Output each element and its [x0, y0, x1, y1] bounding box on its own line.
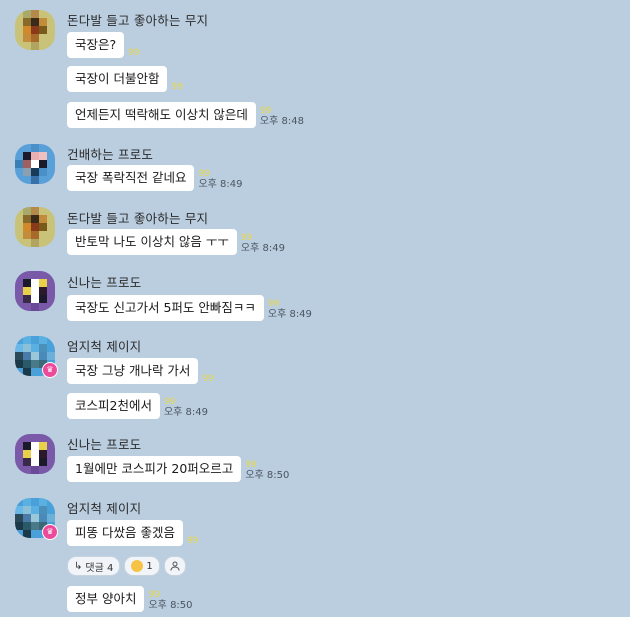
- laughing-emoji-icon: [131, 560, 144, 572]
- message-row: 피똥 다쌌음 좋겠음 99: [67, 520, 198, 546]
- timestamp: 오후 8:49: [240, 243, 285, 254]
- message-bubble[interactable]: 국장은?: [67, 32, 125, 58]
- message-row: 국장도 신고가서 5퍼도 안빠짐ㅋㅋ 99 오후 8:49: [67, 295, 312, 321]
- muzi-avatar[interactable]: [15, 10, 55, 50]
- unread-count: 99: [240, 233, 253, 243]
- sender-name: 돈다발 들고 좋아하는 무지: [67, 211, 209, 226]
- reply-arrow-icon: ↳: [74, 560, 83, 572]
- emoji-reaction-button[interactable]: 1: [124, 556, 160, 576]
- frodo-cheers-avatar[interactable]: [15, 144, 55, 184]
- message-bubble[interactable]: 1월에만 코스피가 20퍼오르고: [67, 456, 242, 482]
- message-row: 언제든지 떡락해도 이상치 않은데 99 오후 8:48: [67, 102, 304, 128]
- crown-badge-icon: ♛: [42, 524, 58, 540]
- unread-count: 99: [171, 82, 183, 92]
- reply-count-label: 댓글 4: [85, 562, 114, 574]
- message-bubble[interactable]: 국장 폭락직전 같네요: [67, 165, 195, 191]
- message-row: 코스피2천에서 99 오후 8:49: [67, 393, 208, 419]
- message-bubble[interactable]: 국장도 신고가서 5퍼도 안빠짐ㅋㅋ: [67, 295, 264, 321]
- timestamp: 오후 8:49: [267, 309, 312, 320]
- sender-name: 엄지척 제이지: [67, 501, 142, 516]
- unread-count: 99: [245, 460, 257, 470]
- reaction-bar: ↳ 댓글 4 1: [67, 556, 186, 576]
- message-row: 반토막 나도 이상치 않음 ㅜㅜ 99 오후 8:49: [67, 229, 285, 255]
- unread-count: 99: [163, 397, 176, 407]
- add-reaction-button[interactable]: [163, 556, 186, 576]
- unread-count: 99: [267, 299, 280, 309]
- message-bubble[interactable]: 국장 그냥 개나락 가서: [67, 358, 199, 384]
- timestamp: 오후 8:49: [163, 407, 209, 418]
- sender-name: 신나는 프로도: [67, 275, 142, 290]
- message-bubble[interactable]: 코스피2천에서: [67, 393, 160, 419]
- message-row: 1월에만 코스피가 20퍼오르고 99 오후 8:50: [67, 456, 289, 482]
- message-row: 국장이 더불안함 99: [67, 66, 183, 92]
- crown-badge-icon: ♛: [42, 362, 58, 378]
- message-row: 국장 그냥 개나락 가서 99: [67, 358, 214, 384]
- sender-name: 신나는 프로도: [67, 437, 142, 452]
- timestamp: 오후 8:49: [198, 179, 243, 190]
- timestamp: 오후 8:48: [259, 116, 304, 127]
- reply-thread-button[interactable]: ↳ 댓글 4: [67, 556, 121, 576]
- unread-count: 99: [259, 106, 272, 116]
- message-bubble[interactable]: 피똥 다쌌음 좋겠음: [67, 520, 183, 546]
- timestamp: 오후 8:50: [148, 600, 193, 611]
- unread-count: 99: [128, 48, 140, 58]
- timestamp: 오후 8:50: [245, 470, 290, 481]
- muzi-avatar[interactable]: [15, 207, 55, 247]
- sender-name: 돈다발 들고 좋아하는 무지: [67, 13, 209, 28]
- message-row: 정부 양아치 99 오후 8:50: [67, 586, 193, 612]
- person-icon: [170, 561, 180, 571]
- sender-name: 엄지척 제이지: [67, 339, 142, 354]
- frodo-excited-avatar[interactable]: [15, 271, 55, 311]
- message-row: 국장은? 99: [67, 32, 140, 58]
- emoji-reaction-count: 1: [146, 560, 153, 572]
- message-bubble[interactable]: 반토막 나도 이상치 않음 ㅜㅜ: [67, 229, 237, 255]
- sender-name: 건배하는 프로도: [67, 147, 154, 162]
- unread-count: 99: [186, 536, 199, 546]
- frodo-excited-avatar[interactable]: [15, 434, 55, 474]
- unread-count: 99: [202, 374, 214, 384]
- unread-count: 99: [198, 169, 210, 179]
- unread-count: 99: [148, 590, 160, 600]
- message-bubble[interactable]: 국장이 더불안함: [67, 66, 168, 92]
- message-row: 국장 폭락직전 같네요 99 오후 8:49: [67, 165, 243, 191]
- message-bubble[interactable]: 언제든지 떡락해도 이상치 않은데: [67, 102, 256, 128]
- message-bubble[interactable]: 정부 양아치: [67, 586, 145, 612]
